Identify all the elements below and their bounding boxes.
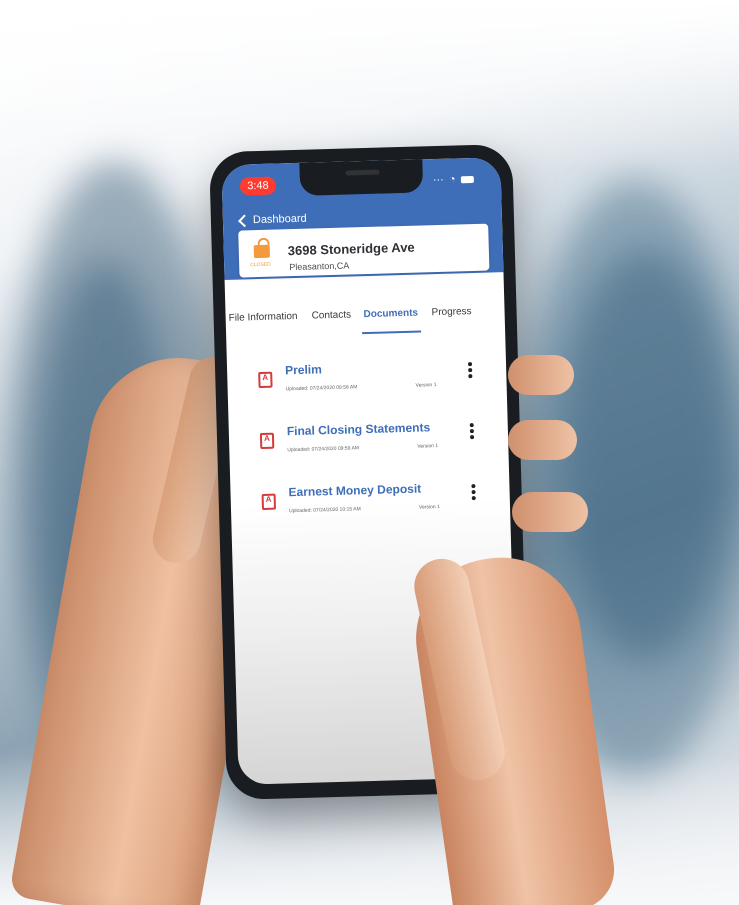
- document-row[interactable]: Final Closing Statements Uploaded: 07/24…: [229, 418, 509, 469]
- more-vertical-icon[interactable]: [467, 362, 474, 380]
- document-title: Prelim: [284, 362, 322, 378]
- active-tab-indicator: [362, 330, 422, 335]
- right-hand-finger: [508, 355, 574, 395]
- closed-status-label: CLOSED: [250, 261, 271, 269]
- signal-icon: ···: [432, 173, 445, 187]
- right-hand-finger: [508, 420, 577, 460]
- status-icons: ··· ◔: [433, 170, 487, 190]
- property-city: Pleasanton,CA: [289, 260, 350, 273]
- right-deep-background-blur: [560, 250, 730, 660]
- document-upload-date: Uploaded: 07/24/2020 09:59 AM: [287, 445, 360, 454]
- document-version: Version 1: [415, 382, 437, 389]
- document-title: Earnest Money Deposit: [288, 481, 422, 500]
- document-version: Version 1: [418, 504, 440, 511]
- tab-contacts[interactable]: Contacts: [311, 309, 351, 321]
- right-hand-finger: [512, 492, 588, 532]
- property-address: 3698 Stoneridge Ave: [287, 239, 415, 259]
- more-vertical-icon[interactable]: [469, 423, 476, 441]
- document-tabs: File Information Contacts Documents Prog…: [226, 305, 506, 339]
- status-time: 3:48: [239, 176, 277, 196]
- document-row[interactable]: Earnest Money Deposit Uploaded: 07/24/20…: [230, 479, 510, 530]
- chevron-left-icon: [238, 214, 251, 227]
- property-card[interactable]: CLOSED 3698 Stoneridge Ave Pleasanton,CA: [238, 223, 490, 278]
- document-row[interactable]: Prelim Uploaded: 07/24/2020 09:58 AM Ver…: [227, 357, 507, 408]
- wifi-icon: ◔: [448, 173, 456, 186]
- pdf-icon: [258, 371, 273, 389]
- documents-list: Prelim Uploaded: 07/24/2020 09:58 AM Ver…: [227, 357, 506, 514]
- tab-documents[interactable]: Documents: [363, 308, 418, 321]
- phone-notch: [299, 159, 424, 196]
- tab-progress[interactable]: Progress: [431, 306, 471, 318]
- document-title: Final Closing Statements: [286, 420, 431, 439]
- dashboard-back-label: Dashboard: [252, 212, 307, 227]
- speaker-grille: [345, 169, 380, 176]
- more-vertical-icon[interactable]: [470, 484, 477, 502]
- top-white-fade: [0, 0, 739, 170]
- document-upload-date: Uploaded: 07/24/2020 09:58 AM: [285, 384, 358, 393]
- battery-icon: [460, 175, 474, 183]
- tab-file-information[interactable]: File Information: [229, 311, 298, 324]
- document-upload-date: Uploaded: 07/24/2020 10:15 AM: [288, 506, 361, 515]
- document-version: Version 1: [417, 443, 439, 450]
- pdf-icon: [259, 432, 275, 450]
- dashboard-back-button[interactable]: Dashboard: [238, 212, 307, 227]
- lock-icon: [253, 244, 270, 259]
- pdf-icon: [261, 493, 277, 511]
